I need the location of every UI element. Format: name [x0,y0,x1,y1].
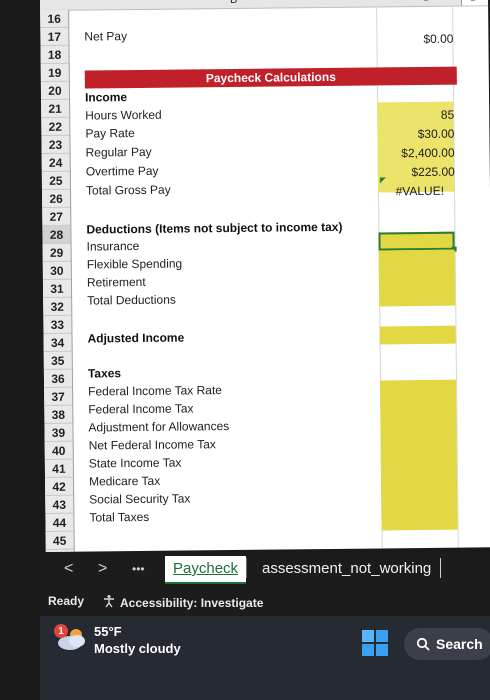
row-number[interactable]: 18 [40,45,69,64]
row-number[interactable]: 23 [41,135,70,154]
pay-rate-value[interactable]: $30.00 [418,125,455,143]
tax-input-cells[interactable] [380,379,458,531]
row-number[interactable]: 41 [44,459,74,478]
search-label: Search [436,636,483,652]
overtime-pay-value[interactable]: $225.00 [411,163,455,181]
windows-start-icon[interactable] [362,630,388,656]
ready-status: Ready [48,594,85,608]
accessibility-icon [102,594,116,611]
tax-row-label: Total Taxes [89,509,150,525]
tax-row-label: State Income Tax [88,455,182,471]
deductions-heading: Deductions (Items not subject to income … [86,219,343,237]
row-number[interactable]: 29 [42,243,71,262]
more-sheets-icon[interactable]: ••• [132,562,145,576]
row-number[interactable]: 24 [41,153,70,172]
row-number[interactable]: 43 [45,495,74,514]
deduction-row-label: Total Deductions [87,292,176,308]
income-row-label: Overtime Pay [85,163,159,179]
row-number[interactable]: 37 [44,387,73,406]
hours-worked-value[interactable]: 85 [441,106,455,124]
row-number[interactable]: 36 [43,369,73,388]
row-number[interactable]: 42 [45,477,74,496]
row-number[interactable]: 32 [43,297,72,316]
row-number[interactable]: 34 [43,333,72,352]
row-number[interactable]: 25 [41,171,70,190]
notification-badge: 1 [54,624,68,638]
row-number[interactable]: 31 [42,279,72,298]
tax-row-label: Federal Income Tax [88,401,194,417]
insurance-value-cell-selected[interactable] [378,231,457,252]
row-number[interactable]: 33 [43,315,72,334]
row-number[interactable]: 22 [41,117,70,136]
row-number[interactable]: 39 [44,423,73,442]
row-number[interactable]: 40 [44,441,73,460]
row-number[interactable]: 19 [40,63,69,82]
taxes-heading: Taxes [87,366,122,381]
row-number[interactable]: 45 [45,531,74,550]
row-number[interactable]: 27 [42,207,71,226]
tab-divider [440,558,441,578]
tax-row-label: Medicare Tax [88,473,161,489]
windows-taskbar: 1 55°F Mostly cloudy Search [40,616,490,700]
column-header-b[interactable]: B [230,0,237,6]
net-pay-value[interactable]: $0.00 [423,30,453,48]
total-gross-pay-value[interactable]: #VALUE! [395,182,444,201]
regular-pay-value[interactable]: $2,400.00 [401,144,455,163]
prev-sheet-icon[interactable]: < [64,560,73,578]
tax-row-label: Net Federal Income Tax [88,437,216,453]
net-pay-label: Net Pay [84,29,128,44]
income-heading: Income [84,90,128,105]
tab-paycheck[interactable]: Paycheck [165,556,247,584]
row-number[interactable]: 35 [43,351,72,370]
column-header-bar: B C D [40,0,489,11]
column-header-c[interactable]: C [422,0,430,4]
deduction-row-label: Flexible Spending [86,256,183,272]
row-number-selected[interactable]: 28 [42,225,71,244]
row-number[interactable]: 17 [40,27,69,46]
adjusted-income-cell[interactable] [379,325,456,345]
row-number[interactable]: 20 [40,81,70,100]
tax-row-label: Social Security Tax [89,491,191,507]
income-row-label: Hours Worked [85,107,162,123]
row-number[interactable]: 30 [42,261,71,280]
income-row-label: Total Gross Pay [85,182,171,198]
next-sheet-icon[interactable]: > [98,560,107,578]
adjusted-income-label: Adjusted Income [87,330,185,346]
income-row-label: Pay Rate [85,126,135,141]
income-row-label: Regular Pay [85,144,152,160]
row-number[interactable]: 21 [41,99,70,118]
row-header-column: 16 17 18 19 20 21 22 23 24 25 26 27 28 2… [40,9,75,552]
accessibility-status[interactable]: Accessibility: Investigate [102,594,263,611]
error-indicator-icon [379,177,386,184]
deduction-row-label: Insurance [86,238,140,254]
taskbar-search-button[interactable]: Search [404,628,490,660]
weather-condition[interactable]: Mostly cloudy [94,641,181,656]
status-bar: Ready Accessibility: Investigate [40,588,490,616]
search-icon [416,637,430,651]
paycheck-calculations-banner: Paycheck Calculations [84,66,457,89]
tax-row-label: Adjustment for Allowances [88,419,230,435]
row-number[interactable]: 44 [45,513,74,532]
column-header-d[interactable]: D [460,0,489,6]
tax-row-label: Federal Income Tax Rate [88,383,223,399]
row-number[interactable]: 26 [41,189,71,208]
spreadsheet-grid[interactable]: B C D 16 17 18 19 20 21 22 23 24 25 26 2… [40,0,490,552]
deduction-row-label: Retirement [86,274,146,290]
accessibility-label: Accessibility: Investigate [120,595,264,610]
deduction-input-cells[interactable] [378,249,456,307]
tab-divider [246,558,247,578]
weather-temperature[interactable]: 55°F [94,624,122,639]
row-number[interactable]: 16 [40,9,69,28]
sheet-tab-bar: < > ••• Paycheck assessment_not_working [40,552,490,588]
row-number[interactable]: 38 [44,405,73,424]
tab-assessment-not-working[interactable]: assessment_not_working [262,560,431,577]
